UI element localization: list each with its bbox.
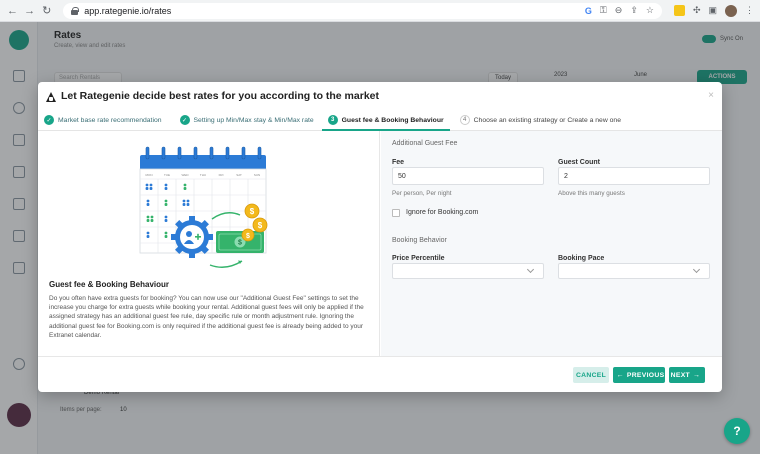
- modal-title: Let Rategenie decide best rates for you …: [61, 90, 379, 102]
- next-label: NEXT: [670, 371, 690, 379]
- address-bar[interactable]: app.rategenie.io/rates G ⚿ ⊖ ⇪ ☆: [63, 2, 662, 19]
- google-icon[interactable]: G: [585, 6, 592, 16]
- back-icon[interactable]: ←: [6, 4, 19, 18]
- booking-behavior-heading: Booking Behavior: [392, 237, 447, 244]
- step-choose-strategy[interactable]: 4 Choose an existing strategy or Create …: [454, 110, 627, 131]
- ignore-booking-checkbox[interactable]: [392, 209, 400, 217]
- fee-label: Fee: [392, 159, 405, 166]
- step-number: 4: [459, 115, 470, 125]
- sidepanel-icon[interactable]: ▣: [709, 5, 718, 16]
- step-label: Setting up Min/Max stay & Min/Max rate: [193, 116, 314, 124]
- calendar-day-label: WED: [182, 173, 190, 177]
- extension-icon[interactable]: [673, 5, 685, 16]
- price-percentile-select[interactable]: [392, 263, 544, 279]
- close-icon[interactable]: ×: [708, 90, 714, 101]
- modal-footer: CANCEL ← PREVIOUS NEXT →: [38, 356, 722, 392]
- next-button[interactable]: NEXT →: [669, 367, 705, 383]
- calendar-day-label: SUN: [254, 173, 260, 177]
- forward-icon[interactable]: →: [23, 4, 36, 18]
- cancel-button[interactable]: CANCEL: [573, 367, 609, 383]
- check-icon: ✓: [179, 115, 190, 125]
- star-icon[interactable]: ☆: [646, 5, 654, 16]
- additional-guest-fee-heading: Additional Guest Fee: [392, 140, 458, 147]
- svg-text:$: $: [258, 221, 263, 230]
- browser-toolbar: ← → ↻ app.rategenie.io/rates G ⚿ ⊖ ⇪ ☆ ✣…: [0, 0, 760, 22]
- chevron-down-icon: [526, 265, 535, 274]
- step-min-max-stay[interactable]: ✓ Setting up Min/Max stay & Min/Max rate: [174, 110, 320, 131]
- puzzle-icon[interactable]: ✣: [693, 5, 701, 16]
- url-text: app.rategenie.io/rates: [84, 5, 172, 16]
- check-icon: ✓: [44, 115, 54, 125]
- info-pane: MON TUE WED THU FRI SAT SUN $ $ $ $ Gues…: [38, 131, 380, 356]
- guest-count-input[interactable]: 2: [558, 167, 710, 185]
- guest-count-help: Above this many guests: [558, 190, 625, 197]
- arrow-left-icon: ←: [616, 371, 624, 379]
- section-heading: Guest fee & Booking Behaviour: [49, 280, 170, 289]
- calendar-day-label: THU: [200, 173, 206, 177]
- arrow-right-icon: →: [693, 371, 701, 379]
- profile-avatar[interactable]: [725, 4, 738, 17]
- guest-count-label: Guest Count: [558, 159, 600, 166]
- key-icon[interactable]: ⚿: [600, 5, 607, 16]
- calendar-day-label: FRI: [219, 173, 224, 177]
- step-label: Choose an existing strategy or Create a …: [473, 116, 621, 124]
- svg-text:$: $: [246, 233, 250, 240]
- kebab-menu-icon[interactable]: ⋮: [745, 5, 754, 16]
- zoom-icon[interactable]: ⊖: [615, 5, 623, 16]
- calendar-day-label: TUE: [164, 173, 170, 177]
- calendar-day-label: MON: [146, 173, 153, 177]
- step-market-base-rate[interactable]: ✓ Market base rate recommendation: [38, 110, 168, 131]
- cancel-label: CANCEL: [575, 371, 607, 379]
- step-label: Guest fee & Booking Behaviour: [341, 116, 444, 124]
- step-number: 3: [327, 115, 338, 125]
- booking-pace-select[interactable]: [558, 263, 710, 279]
- booking-pace-label: Booking Pace: [558, 255, 605, 262]
- section-description: Do you often have extra guests for booki…: [49, 295, 364, 339]
- previous-button[interactable]: ← PREVIOUS: [613, 367, 665, 383]
- modal-header: Let Rategenie decide best rates for you …: [38, 82, 722, 110]
- stepper: ✓ Market base rate recommendation ✓ Sett…: [38, 110, 722, 131]
- reload-icon[interactable]: ↻: [40, 4, 53, 18]
- fee-help: Per person, Per night: [392, 190, 452, 197]
- chevron-down-icon: [692, 265, 701, 274]
- step-guest-fee[interactable]: 3 Guest fee & Booking Behaviour: [321, 110, 450, 131]
- rategenie-logo-icon: [46, 91, 57, 102]
- previous-label: PREVIOUS: [626, 371, 665, 379]
- settings-pane: Additional Guest Fee Fee 50 Per person, …: [381, 131, 722, 356]
- help-button[interactable]: ?: [724, 418, 750, 444]
- share-icon[interactable]: ⇪: [630, 5, 638, 16]
- svg-text:$: $: [238, 240, 242, 247]
- fee-input[interactable]: 50: [392, 167, 544, 185]
- rate-strategy-modal: Let Rategenie decide best rates for you …: [38, 82, 722, 392]
- calendar-day-label: SAT: [236, 173, 242, 177]
- ignore-booking-label: Ignore for Booking.com: [406, 209, 479, 216]
- price-percentile-label: Price Percentile: [392, 255, 445, 262]
- lock-icon: [71, 6, 80, 15]
- svg-text:$: $: [250, 207, 255, 216]
- step-label: Market base rate recommendation: [58, 116, 162, 124]
- guest-fee-illustration: MON TUE WED THU FRI SAT SUN $ $ $ $: [139, 146, 268, 268]
